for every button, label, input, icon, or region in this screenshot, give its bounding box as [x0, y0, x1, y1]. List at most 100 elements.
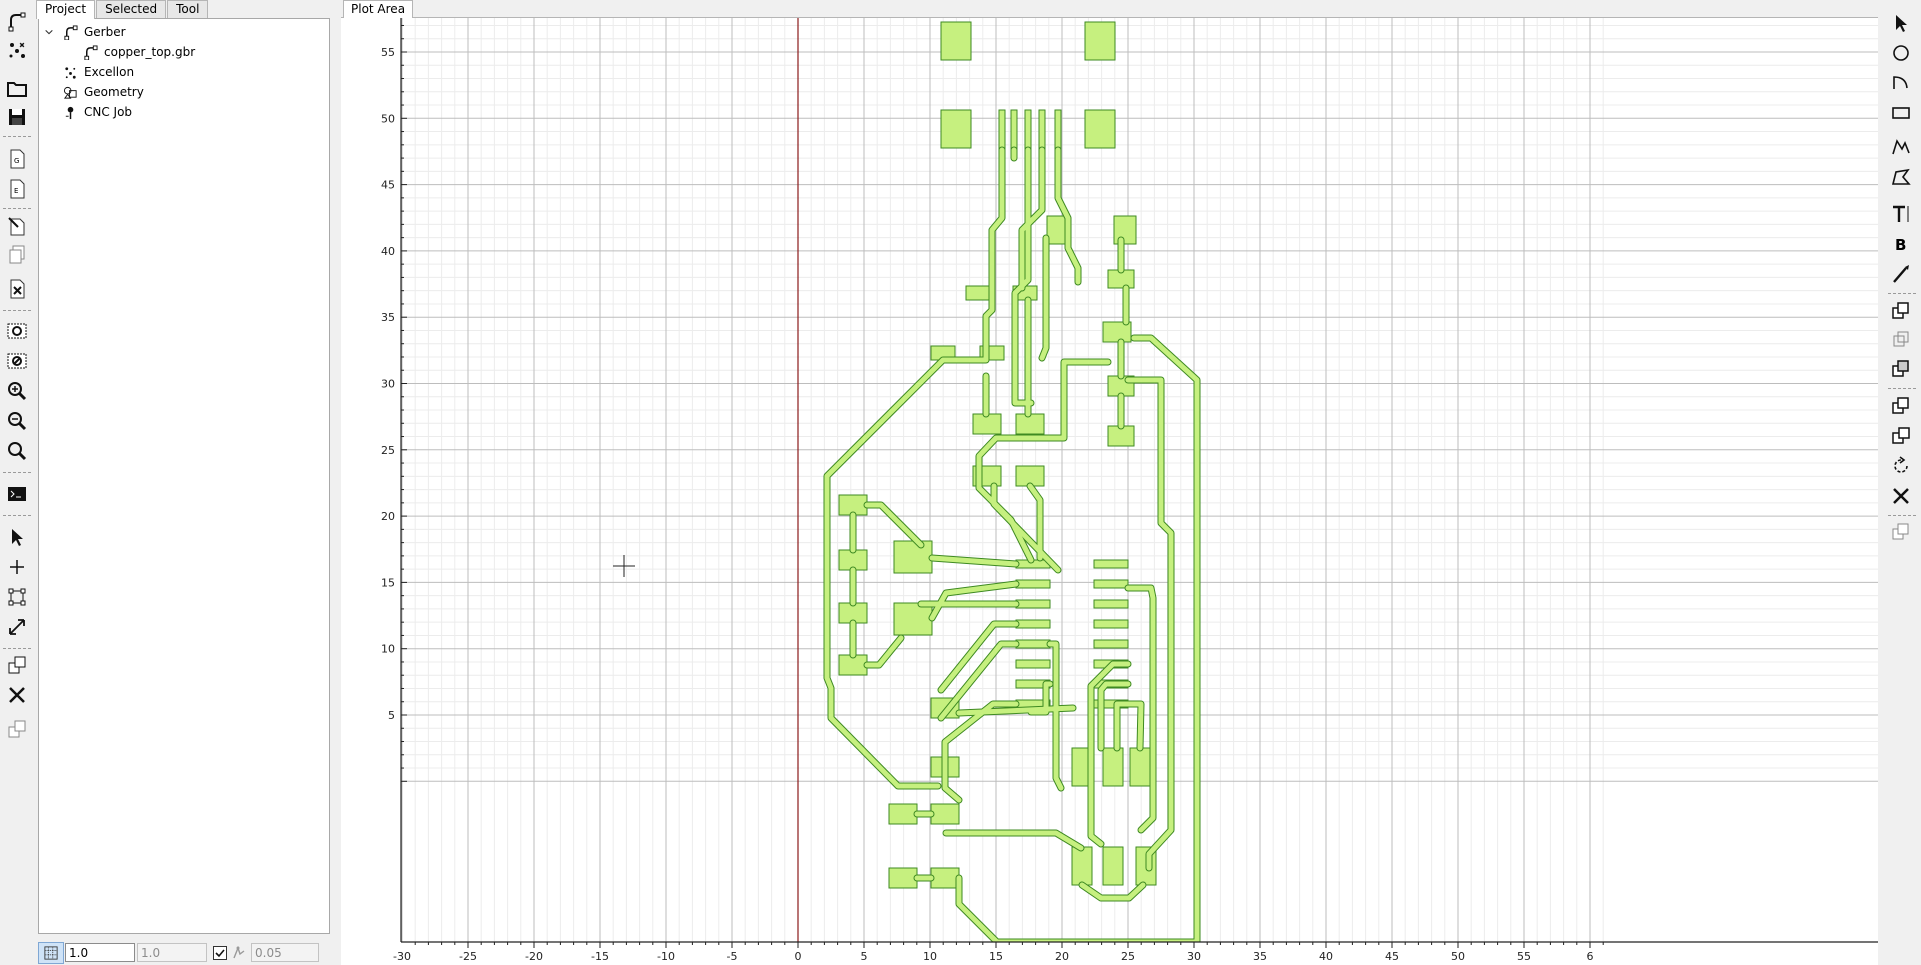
new-gerber-icon[interactable]	[4, 8, 30, 34]
intersection-tool-icon[interactable]	[1888, 326, 1914, 352]
pad[interactable]	[1084, 109, 1116, 149]
project-tree[interactable]: Gerber copper_top.gbr Excellon Geometry …	[38, 18, 330, 934]
pcb-copper-layer[interactable]	[838, 21, 1157, 889]
grid-x-input[interactable]	[65, 943, 135, 962]
zoom-out-icon[interactable]	[4, 408, 30, 434]
trace[interactable]	[1079, 882, 1146, 901]
pad[interactable]	[893, 540, 933, 574]
snap-max-input[interactable]	[251, 943, 319, 962]
copy-object-icon[interactable]	[4, 241, 30, 267]
tree-item-geometry[interactable]: Geometry	[63, 83, 144, 101]
ic-pin[interactable]	[1093, 559, 1129, 569]
ic-pin[interactable]	[1015, 619, 1051, 629]
pad[interactable]	[1084, 21, 1116, 61]
delete-shape-icon[interactable]	[1888, 483, 1914, 509]
ic-pin[interactable]	[1015, 659, 1051, 669]
grid-snap-icon[interactable]	[38, 941, 64, 964]
pad[interactable]	[1071, 846, 1093, 886]
pad[interactable]	[1129, 747, 1151, 787]
delete-icon[interactable]	[4, 682, 30, 708]
move-tool-icon[interactable]	[1888, 423, 1914, 449]
path-tool-icon[interactable]	[1888, 134, 1914, 160]
buffer-tool-icon[interactable]: B	[1888, 231, 1914, 257]
delete-object-icon[interactable]	[4, 276, 30, 302]
x-tick-label: 10	[923, 950, 937, 963]
pad[interactable]	[930, 803, 960, 825]
replot-icon[interactable]	[4, 318, 30, 344]
select-icon[interactable]	[4, 524, 30, 550]
ic-pin[interactable]	[1093, 619, 1129, 629]
transform-icon[interactable]	[4, 716, 30, 742]
zoom-in-icon[interactable]	[4, 378, 30, 404]
move-icon[interactable]	[4, 652, 30, 678]
subtract-tool-icon[interactable]	[1888, 356, 1914, 382]
usb-pin[interactable]	[1038, 109, 1046, 151]
new-excellon-icon[interactable]	[4, 37, 30, 63]
trace[interactable]	[864, 502, 924, 548]
x-tick-label: -30	[393, 950, 411, 963]
snap-max-icon[interactable]	[231, 945, 247, 961]
tab-tool[interactable]: Tool	[167, 0, 209, 18]
pad[interactable]	[940, 109, 972, 149]
tree-item-copper-top[interactable]: copper_top.gbr	[83, 43, 195, 61]
pad[interactable]	[1113, 215, 1137, 245]
ic-pin[interactable]	[1015, 639, 1051, 649]
open-project-icon[interactable]	[4, 75, 30, 101]
trace[interactable]	[864, 635, 904, 668]
pad[interactable]	[1102, 846, 1124, 886]
save-project-icon[interactable]	[4, 104, 30, 130]
usb-pin[interactable]	[998, 109, 1006, 151]
ic-pin[interactable]	[1093, 579, 1129, 589]
grid-y-input[interactable]	[137, 943, 207, 962]
edit-object-icon[interactable]	[4, 213, 30, 239]
text-tool-icon[interactable]	[1888, 201, 1914, 227]
copy-tool-icon[interactable]	[1888, 393, 1914, 419]
editor-select-icon[interactable]	[1888, 10, 1914, 36]
tree-item-gerber[interactable]: Gerber	[43, 23, 126, 41]
pad[interactable]	[1102, 747, 1124, 787]
pad[interactable]	[965, 285, 991, 301]
gerber-file-icon	[84, 44, 98, 60]
chevron-down-icon[interactable]	[43, 26, 55, 38]
x-tick-label: 15	[989, 950, 1003, 963]
paint-tool-icon[interactable]	[1888, 261, 1914, 287]
pad[interactable]	[888, 867, 918, 889]
add-origin-icon[interactable]	[4, 554, 30, 580]
arc-tool-icon[interactable]	[1888, 70, 1914, 96]
rectangle-tool-icon[interactable]	[1888, 100, 1914, 126]
pad[interactable]	[888, 803, 918, 825]
lock-ratio-checkbox[interactable]	[213, 945, 227, 960]
ic-pin[interactable]	[1015, 579, 1051, 589]
new-excellon-doc-icon[interactable]: E	[4, 176, 30, 202]
pad[interactable]	[930, 867, 960, 889]
union-tool-icon[interactable]	[1888, 298, 1914, 324]
usb-pin[interactable]	[1010, 109, 1018, 151]
usb-pin[interactable]	[1024, 109, 1032, 151]
tab-project[interactable]: Project	[36, 0, 96, 19]
pad[interactable]	[940, 21, 972, 61]
pad[interactable]	[1015, 413, 1045, 435]
zoom-fit-icon[interactable]	[4, 438, 30, 464]
circle-tool-icon[interactable]	[1888, 40, 1914, 66]
ic-pin[interactable]	[1093, 639, 1129, 649]
polygon-tool-icon[interactable]	[1888, 164, 1914, 190]
tree-item-excellon[interactable]: Excellon	[63, 63, 134, 81]
rotate-tool-icon[interactable]	[1888, 453, 1914, 479]
pad[interactable]	[893, 602, 933, 636]
plot-svg[interactable]: -30 -25 -20 -15 -10 -5 0 5 10 15 20 25 30 35 40 45 50 55 6…	[341, 18, 1878, 965]
tab-selected[interactable]: Selected	[96, 0, 167, 18]
ic-pin[interactable]	[1015, 599, 1051, 609]
transform-shape-icon[interactable]	[1888, 519, 1914, 545]
trace[interactable]	[943, 830, 1084, 851]
ic-pin[interactable]	[1093, 599, 1129, 609]
trace[interactable]	[929, 555, 1019, 567]
tree-item-cnc-job[interactable]: CNC Job	[63, 103, 132, 121]
new-gerber-doc-icon[interactable]: G	[4, 146, 30, 172]
scale-icon[interactable]	[4, 614, 30, 640]
shell-icon[interactable]	[4, 481, 30, 507]
clear-plot-icon[interactable]	[4, 348, 30, 374]
bounding-box-icon[interactable]	[4, 584, 30, 610]
usb-pin[interactable]	[1054, 109, 1062, 151]
tab-plot-area[interactable]: Plot Area	[343, 0, 414, 18]
plot-canvas[interactable]: -30 -25 -20 -15 -10 -5 0 5 10 15 20 25 30 35 40 45 50 55 6…	[341, 17, 1878, 965]
